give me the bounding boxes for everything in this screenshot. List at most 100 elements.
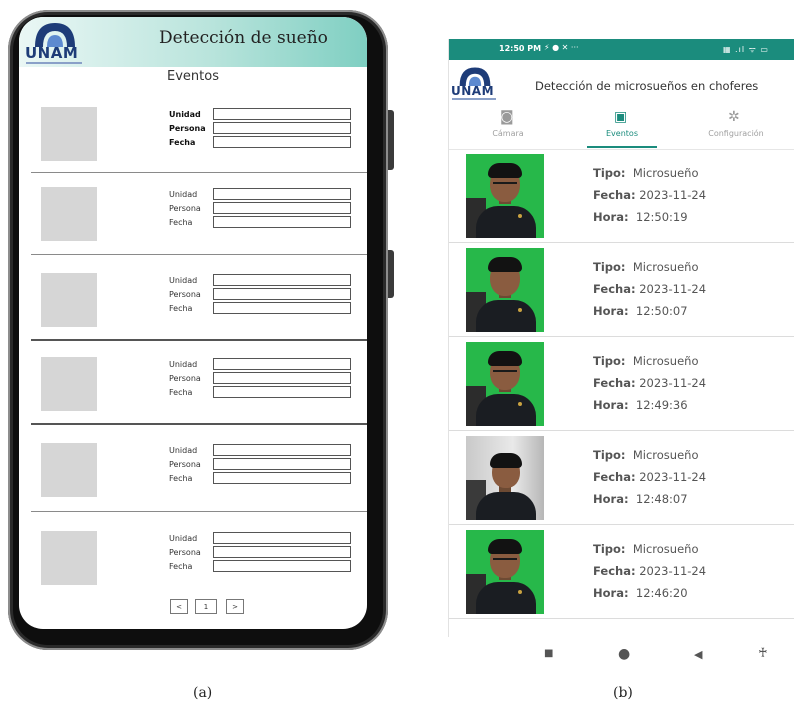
fecha-field[interactable]: [213, 472, 351, 484]
field-label: Persona: [169, 374, 201, 383]
page-number[interactable]: 1: [195, 599, 217, 614]
tab-eventos[interactable]: ▣ Eventos: [567, 103, 677, 149]
field-label: Persona: [169, 124, 206, 133]
event-row: Unidad Persona Fecha: [33, 271, 367, 331]
field-label: Persona: [169, 460, 201, 469]
divider: [31, 254, 367, 255]
back-button[interactable]: ◀: [694, 648, 702, 661]
logo-subtitle: [452, 98, 496, 100]
event-date: Fecha: 2023-11-24: [593, 564, 707, 578]
camera-icon: ◙: [500, 109, 514, 125]
persona-field[interactable]: [213, 288, 351, 300]
caption-a: (a): [193, 685, 213, 701]
field-label: Unidad: [169, 360, 198, 369]
fecha-field[interactable]: [213, 386, 351, 398]
field-label: Fecha: [169, 304, 193, 313]
mockup-title: Detección de sueño: [159, 28, 328, 48]
divider: [31, 423, 367, 425]
driver-photo: [466, 154, 544, 238]
app-screenshot: 12:50 PM ⚡ ● ✕ ··· ▦ .ıl ᯤ ▭ UNAM Detecc…: [448, 39, 794, 637]
persona-field[interactable]: [213, 458, 351, 470]
unidad-field[interactable]: [213, 108, 351, 120]
persona-field[interactable]: [213, 372, 351, 384]
caption-b: (b): [613, 685, 633, 701]
image-placeholder: [41, 107, 97, 161]
recents-button[interactable]: ■: [544, 648, 553, 659]
event-time: Hora: 12:49:36: [593, 398, 688, 412]
image-placeholder: [41, 273, 97, 327]
image-placeholder: [41, 187, 97, 241]
logo-subtitle: [26, 62, 82, 64]
image-placeholder: [41, 357, 97, 411]
unidad-field[interactable]: [213, 188, 351, 200]
event-card[interactable]: Tipo: Microsueño Fecha: 2023-11-24 Hora:…: [449, 151, 794, 243]
field-label: Persona: [169, 548, 201, 557]
field-label: Unidad: [169, 276, 198, 285]
fecha-field[interactable]: [213, 216, 351, 228]
unam-logo: UNAM: [451, 66, 501, 100]
event-type: Tipo: Microsueño: [593, 354, 699, 368]
field-label: Unidad: [169, 190, 198, 199]
fecha-field[interactable]: [213, 136, 351, 148]
event-type: Tipo: Microsueño: [593, 260, 699, 274]
mockup-header: UNAM Detección de sueño: [19, 17, 367, 67]
prev-page-button[interactable]: <: [170, 599, 188, 614]
event-type: Tipo: Microsueño: [593, 448, 699, 462]
persona-field[interactable]: [213, 122, 351, 134]
driver-photo: [466, 436, 544, 520]
tab-camara[interactable]: ◙ Cámara: [453, 103, 563, 149]
event-row: Unidad Persona Fecha: [33, 529, 367, 589]
event-card[interactable]: Tipo: Microsueño Fecha: 2023-11-24 Hora:…: [449, 339, 794, 431]
next-page-button[interactable]: >: [226, 599, 244, 614]
mockup-screen: UNAM Detección de sueño Eventos Unidad P…: [19, 17, 367, 629]
event-date: Fecha: 2023-11-24: [593, 282, 707, 296]
tab-label: Eventos: [606, 129, 638, 138]
event-card[interactable]: Tipo: Microsueño Fecha: 2023-11-24 Hora:…: [449, 245, 794, 337]
event-type: Tipo: Microsueño: [593, 166, 699, 180]
status-indicators: ⚡ ● ✕ ···: [544, 43, 579, 52]
field-label: Unidad: [169, 446, 198, 455]
event-date: Fecha: 2023-11-24: [593, 376, 707, 390]
home-button[interactable]: ●: [618, 646, 630, 662]
unam-logo: UNAM: [25, 21, 85, 65]
event-time: Hora: 12:48:07: [593, 492, 688, 506]
unidad-field[interactable]: [213, 532, 351, 544]
system-nav-bar: ■ ● ◀ ♰: [448, 645, 794, 667]
driver-photo: [466, 530, 544, 614]
persona-field[interactable]: [213, 546, 351, 558]
tab-label: Cámara: [492, 129, 524, 138]
gear-icon: ✲: [728, 109, 740, 125]
divider: [31, 172, 367, 173]
fecha-field[interactable]: [213, 560, 351, 572]
logo-emblem-icon: [459, 67, 491, 86]
status-icons: ▦ .ıl ᯤ ▭: [722, 45, 769, 54]
logo-text: UNAM: [25, 44, 79, 62]
field-label: Unidad: [169, 110, 201, 119]
event-card[interactable]: Tipo: Microsueño Fecha: 2023-11-24 Hora:…: [449, 433, 794, 525]
active-tab-indicator: [587, 146, 657, 148]
unidad-field[interactable]: [213, 274, 351, 286]
image-placeholder: [41, 443, 97, 497]
divider: [31, 339, 367, 341]
divider: [31, 511, 367, 512]
event-date: Fecha: 2023-11-24: [593, 188, 707, 202]
logo-text: UNAM: [451, 84, 495, 98]
event-type: Tipo: Microsueño: [593, 542, 699, 556]
unidad-field[interactable]: [213, 358, 351, 370]
event-card[interactable]: Tipo: Microsueño Fecha: 2023-11-24 Hora:…: [449, 527, 794, 619]
field-label: Persona: [169, 204, 201, 213]
fecha-field[interactable]: [213, 302, 351, 314]
unidad-field[interactable]: [213, 444, 351, 456]
tab-label: Configuración: [708, 129, 764, 138]
driver-photo: [466, 342, 544, 426]
persona-field[interactable]: [213, 202, 351, 214]
accessibility-icon[interactable]: ♰: [758, 646, 768, 661]
field-label: Fecha: [169, 218, 193, 227]
app-bar: UNAM Detección de microsueños en chofere…: [449, 60, 794, 100]
event-row: Unidad Persona Fecha: [33, 355, 367, 415]
tab-configuracion[interactable]: ✲ Configuración: [681, 103, 791, 149]
field-label: Fecha: [169, 562, 193, 571]
event-date: Fecha: 2023-11-24: [593, 470, 707, 484]
side-button: [388, 250, 394, 298]
status-bar: 12:50 PM ⚡ ● ✕ ··· ▦ .ıl ᯤ ▭: [449, 39, 794, 60]
